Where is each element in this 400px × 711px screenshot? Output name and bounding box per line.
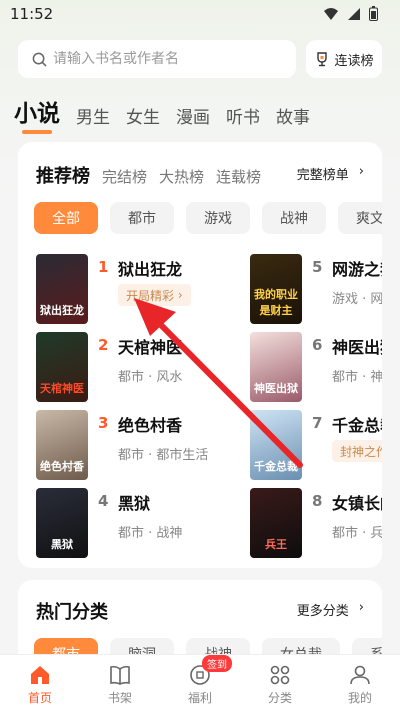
checkin-badge[interactable]: 签到: [202, 655, 232, 672]
status-time: 11:52: [10, 5, 54, 23]
book-tag[interactable]: 封神之作: [332, 440, 382, 462]
genre-pill-thrill[interactable]: 爽文: [338, 202, 382, 234]
book-title[interactable]: 神医出狱已无敌: [332, 334, 382, 358]
nav-profile[interactable]: 我的: [330, 663, 390, 706]
book-meta: 都市 · 都市生活: [118, 448, 209, 463]
rank-number: 7: [312, 414, 323, 432]
trophy-icon: [317, 52, 328, 67]
book-cover[interactable]: 狱出狂龙: [36, 254, 88, 324]
nav-home[interactable]: 首页: [10, 663, 70, 706]
nav-label: 首页: [27, 691, 52, 705]
book-cover[interactable]: 兵王: [250, 488, 302, 558]
nav-label: 分类: [267, 691, 292, 705]
book-item[interactable]: 兵王 8 女镇长的兵王 都市 · 兵王: [250, 488, 382, 564]
genre-pill-all[interactable]: 全部: [34, 202, 98, 234]
search-icon: [32, 52, 47, 67]
book-item[interactable]: 神医出狱 6 神医出狱已无敌 都市 · 神医: [250, 332, 382, 408]
bottom-nav: 首页 书架 签到 福利 分类 我的: [0, 654, 400, 711]
book-meta: 都市 · 风水: [118, 370, 183, 385]
tab-female[interactable]: 女生: [126, 103, 160, 128]
genre-pill-war-god[interactable]: 战神: [262, 202, 326, 234]
status-icons: [323, 6, 378, 21]
book-item[interactable]: 我的职业是财主 5 网游之我的职业是财主 游戏 · 网游: [250, 254, 382, 330]
rank-number: 4: [98, 492, 109, 510]
book-cover[interactable]: 黑狱: [36, 488, 88, 558]
signal-icon: [348, 7, 360, 20]
book-cover[interactable]: 绝色村香: [36, 410, 88, 480]
book-meta: 都市 · 兵王: [332, 526, 382, 541]
nav-welfare[interactable]: 签到 福利: [170, 655, 232, 706]
battery-icon: [369, 6, 378, 21]
rank-header: 推荐榜 完结榜 大热榜 连载榜: [36, 162, 261, 188]
genre-pill-urban[interactable]: 都市: [110, 202, 174, 234]
hot-category-title: 热门分类: [36, 602, 108, 623]
rank-title[interactable]: 推荐榜: [36, 162, 90, 188]
nav-label: 书架: [107, 691, 132, 705]
book-item[interactable]: 绝色村香 3 绝色村香 都市 · 都市生活: [36, 410, 226, 486]
full-list-label: 完整榜单: [296, 168, 349, 183]
rank-tab-serial[interactable]: 连载榜: [216, 166, 261, 187]
read-rank-label: 连读榜: [334, 53, 374, 69]
book-cover[interactable]: 天棺神医: [36, 332, 88, 402]
rank-number: 8: [312, 492, 323, 510]
category-tabs: 小说 男生 女生 漫画 听书 故事: [14, 94, 310, 134]
search-input[interactable]: [53, 51, 273, 67]
book-title[interactable]: 黑狱: [118, 490, 150, 514]
category-icon: [270, 665, 290, 685]
nav-label: 我的: [347, 691, 372, 705]
book-cover[interactable]: 神医出狱: [250, 332, 302, 402]
book-title[interactable]: 狱出狂龙: [118, 256, 182, 280]
rank-number: 5: [312, 258, 323, 276]
book-cover[interactable]: 我的职业是财主: [250, 254, 302, 324]
rank-tab-hot[interactable]: 大热榜: [159, 166, 204, 187]
book-item[interactable]: 千金总裁 7 千金总裁 封神之作: [250, 410, 382, 486]
recommend-rank-card: 推荐榜 完结榜 大热榜 连载榜 完整榜单 › 全部 都市 游戏 战神 爽文 狱出…: [18, 142, 382, 568]
read-rank-button[interactable]: 连读榜: [306, 40, 382, 78]
book-title[interactable]: 女镇长的兵王: [332, 490, 382, 514]
search-bar[interactable]: [18, 40, 296, 78]
tab-story[interactable]: 故事: [276, 103, 310, 128]
rank-number: 1: [98, 258, 109, 276]
status-bar: 11:52: [0, 0, 400, 30]
book-title[interactable]: 千金总裁: [332, 412, 382, 436]
tab-male[interactable]: 男生: [76, 103, 110, 128]
home-icon: [31, 666, 49, 684]
nav-bookshelf[interactable]: 书架: [90, 663, 150, 706]
profile-icon: [350, 665, 370, 685]
book-meta: 游戏 · 网游: [332, 292, 382, 307]
nav-label: 福利: [187, 691, 212, 705]
bookshelf-icon: [110, 665, 130, 685]
genre-filter-row: 全部 都市 游戏 战神 爽文: [34, 202, 382, 234]
book-tag[interactable]: 开局精彩 ›: [118, 284, 191, 306]
full-list-link[interactable]: 完整榜单 ›: [297, 164, 364, 183]
wifi-icon: [324, 7, 338, 20]
book-title[interactable]: 绝色村香: [118, 412, 182, 436]
more-category-link[interactable]: 更多分类 ›: [297, 600, 364, 619]
rank-number: 3: [98, 414, 109, 432]
book-cover[interactable]: 千金总裁: [250, 410, 302, 480]
chevron-right-icon: ›: [358, 164, 364, 179]
book-item[interactable]: 狱出狂龙 1 狱出狂龙 开局精彩 ›: [36, 254, 226, 330]
book-item[interactable]: 天棺神医 2 天棺神医 都市 · 风水: [36, 332, 226, 408]
book-meta: 都市 · 战神: [118, 526, 183, 541]
tab-audiobook[interactable]: 听书: [226, 103, 260, 128]
rank-number: 6: [312, 336, 323, 354]
book-meta: 都市 · 神医: [332, 370, 382, 385]
chevron-right-icon: ›: [358, 600, 364, 615]
tab-novel[interactable]: 小说: [14, 94, 60, 134]
more-category-label: 更多分类: [296, 604, 349, 619]
tab-comic[interactable]: 漫画: [176, 103, 210, 128]
rank-number: 2: [98, 336, 109, 354]
rank-tab-completed[interactable]: 完结榜: [102, 166, 147, 187]
genre-pill-game[interactable]: 游戏: [186, 202, 250, 234]
book-title[interactable]: 天棺神医: [118, 334, 182, 358]
book-item[interactable]: 黑狱 4 黑狱 都市 · 战神: [36, 488, 226, 564]
nav-category[interactable]: 分类: [250, 663, 310, 706]
book-title[interactable]: 网游之我的职业是财主: [332, 256, 382, 280]
